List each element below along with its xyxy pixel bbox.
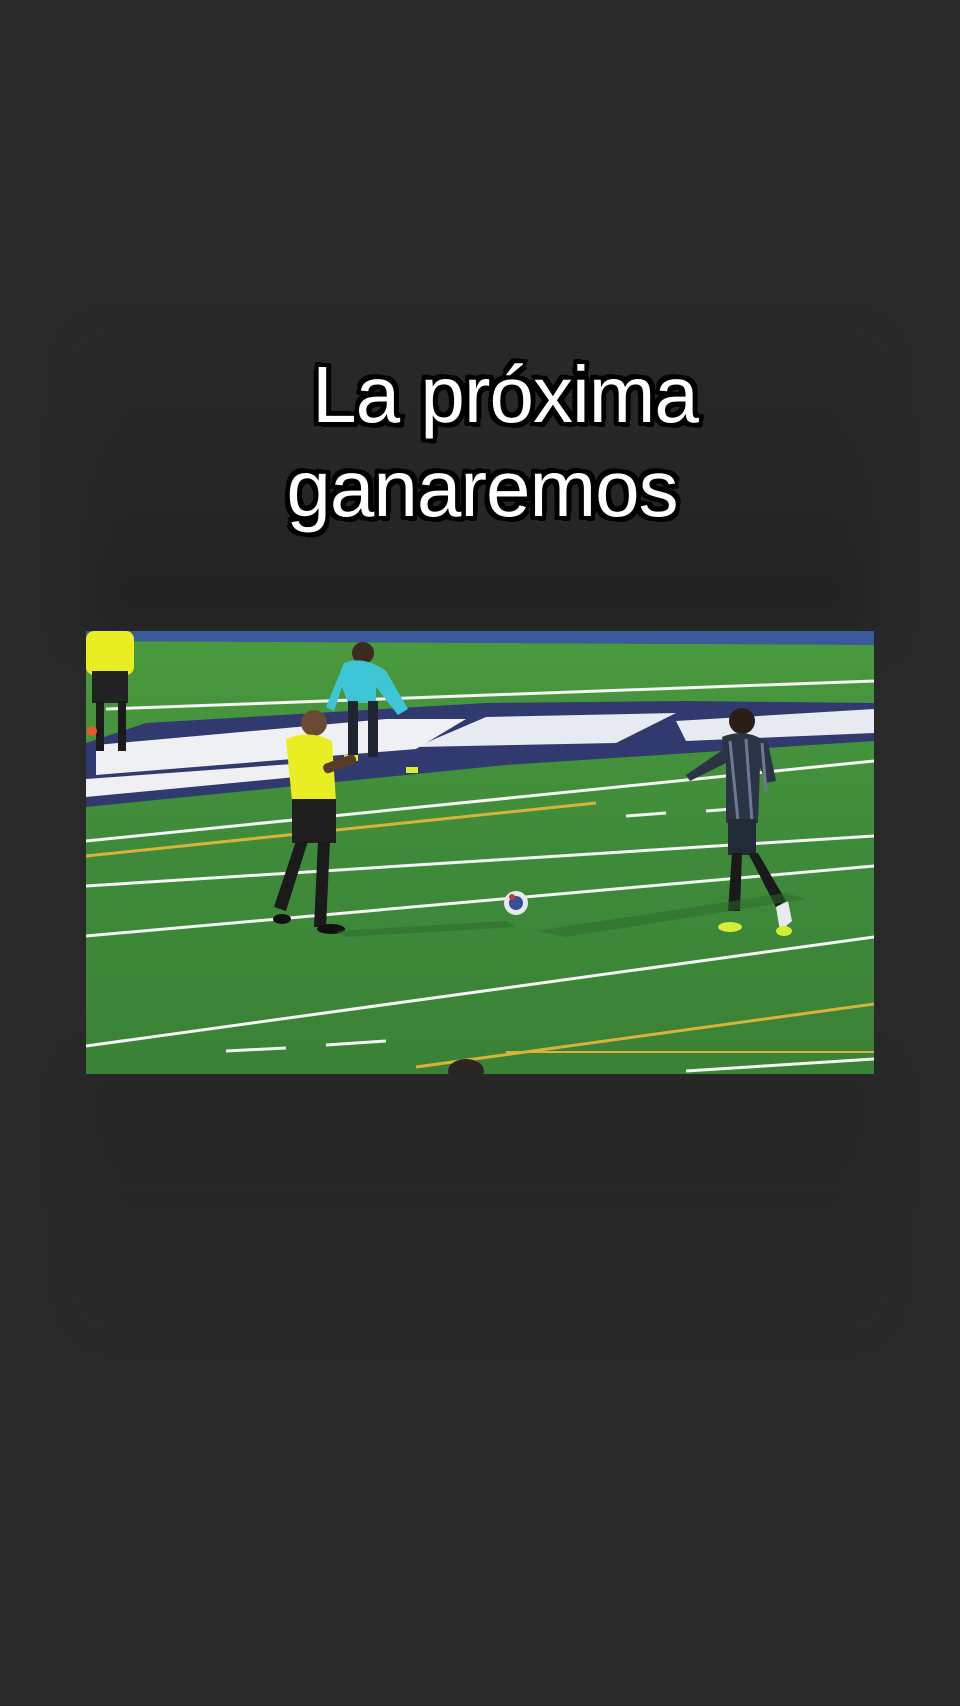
soccer-ball — [504, 891, 528, 915]
soccer-field-scene — [86, 631, 874, 1074]
caption-line-2: ganaremos — [286, 444, 678, 533]
caption-overlay: La próxima ganaremos — [0, 348, 960, 536]
video-frame[interactable] — [86, 631, 874, 1074]
background-blur-bottom — [86, 1074, 874, 1334]
caption-line-1: La próxima — [312, 350, 699, 439]
